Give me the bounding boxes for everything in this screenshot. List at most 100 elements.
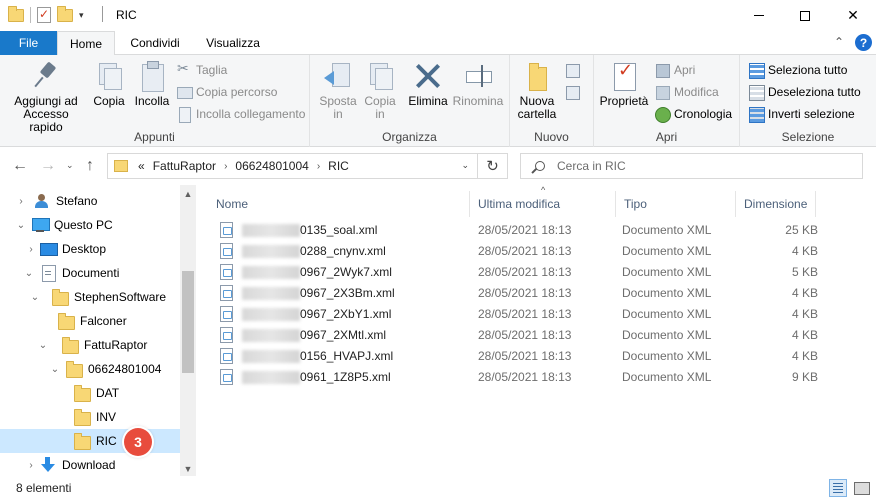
back-arrow-icon[interactable]: ← [12, 157, 28, 175]
nav-tree-item-label: Falconer [80, 314, 127, 328]
expand-chevron-icon[interactable]: ⌄ [38, 340, 48, 351]
details-view-icon[interactable] [829, 479, 847, 497]
nav-tree-item[interactable]: ⌄ FattuRaptor [0, 333, 180, 357]
expand-chevron-icon[interactable]: › [26, 244, 36, 255]
expand-chevron-icon[interactable]: ⌄ [50, 364, 60, 375]
customize-toolbar-chevron-icon[interactable]: ▾ [79, 10, 84, 21]
select-all-button[interactable]: Seleziona tutto [748, 60, 847, 80]
xml-file-icon [220, 348, 233, 364]
file-list: ^ Nome Ultima modifica Tipo Dimensione 0… [204, 185, 876, 476]
large-icons-view-icon[interactable] [852, 479, 870, 497]
nav-tree-item[interactable]: RIC [0, 429, 180, 453]
column-header-type[interactable]: Tipo [616, 191, 736, 217]
maximize-icon [800, 10, 810, 21]
file-row[interactable]: 0967_2XMtl.xml 28/05/2021 18:13 Documento … [214, 325, 818, 346]
history-button[interactable]: Cronologia [654, 104, 732, 124]
pin-quick-access-button[interactable]: Aggiungi ad Accesso rapido [6, 61, 86, 134]
forward-arrow-icon[interactable]: → [40, 157, 56, 175]
collapse-ribbon-chevron-icon[interactable]: ⌃ [834, 35, 844, 49]
column-header-modified[interactable]: Ultima modifica [470, 191, 616, 217]
cut-button[interactable]: Taglia [176, 60, 227, 80]
minimize-button[interactable] [736, 0, 782, 31]
expand-chevron-icon[interactable]: › [16, 196, 26, 207]
breadcrumb-chevron-icon[interactable]: › [224, 161, 227, 172]
copy-to-button[interactable]: Copia in [360, 61, 400, 121]
file-row[interactable]: 0961_1Z8P5.xml 28/05/2021 18:13 Documento … [214, 367, 818, 388]
easy-access-button[interactable] [564, 82, 580, 102]
select-none-button[interactable]: Deseleziona tutto [748, 82, 861, 102]
tab-share[interactable]: Condividi [118, 31, 192, 55]
nav-tree-item[interactable]: › Stefano [0, 189, 180, 213]
tab-home[interactable]: Home [57, 31, 115, 56]
nav-tree-item[interactable]: Falconer [0, 309, 180, 333]
file-name: 0288_cnynv.xml [300, 244, 386, 258]
tab-file[interactable]: File [0, 31, 57, 55]
file-row[interactable]: 0156_HVAPJ.xml 28/05/2021 18:13 Documento … [214, 346, 818, 367]
expand-chevron-icon[interactable]: ⌄ [16, 220, 26, 231]
nav-tree-item[interactable]: ⌄ Questo PC [0, 213, 180, 237]
nav-tree-item-label: Download [62, 458, 116, 472]
nav-tree-item[interactable]: ⌄ StephenSoftware [0, 285, 180, 309]
tab-view[interactable]: Visualizza [196, 31, 270, 55]
open-label: Apri [674, 63, 696, 77]
navigation-scrollbar[interactable]: ▲ ▼ [180, 185, 196, 476]
search-input[interactable] [557, 159, 837, 173]
close-button[interactable]: ✕ [830, 0, 876, 31]
expand-chevron-icon[interactable]: › [26, 460, 36, 471]
scrollbar-thumb[interactable] [182, 271, 194, 373]
move-to-button[interactable]: Sposta in [316, 61, 360, 121]
nav-tree-item[interactable]: › Download [0, 453, 180, 476]
select-all-label: Seleziona tutto [768, 63, 848, 77]
column-header-name[interactable]: Nome [208, 191, 470, 217]
file-row[interactable]: 0967_2X3Bm.xml 28/05/2021 18:13 Documento … [214, 283, 818, 304]
new-folder-quick-icon[interactable] [57, 5, 73, 22]
breadcrumb-segment[interactable]: FattuRaptor [153, 159, 216, 173]
copy-path-button[interactable]: Copia percorso [176, 82, 277, 102]
refresh-icon[interactable]: ↻ [478, 153, 508, 179]
properties-quick-icon[interactable] [37, 7, 51, 23]
maximize-button[interactable] [782, 0, 828, 31]
file-type: Documento XML [622, 223, 712, 237]
open-button[interactable]: Apri [654, 60, 695, 80]
file-size: 4 KB [791, 328, 818, 342]
rename-button[interactable]: Rinomina [450, 61, 506, 108]
nav-tree-item[interactable]: INV [0, 405, 180, 429]
scroll-up-chevron-icon[interactable]: ▲ [180, 189, 196, 199]
breadcrumb-chevron-icon[interactable]: › [317, 161, 320, 172]
delete-button[interactable]: Elimina [406, 61, 450, 108]
nav-tree-item[interactable]: › Desktop [0, 237, 180, 261]
new-folder-button[interactable]: Nuova cartella [514, 61, 560, 121]
modify-button[interactable]: Modifica [654, 82, 719, 102]
column-header-size[interactable]: Dimensione [736, 191, 816, 217]
nav-tree-item[interactable]: ⌄ 06624801004 [0, 357, 180, 381]
redacted-filename-prefix [242, 329, 300, 342]
scroll-down-chevron-icon[interactable]: ▼ [180, 464, 196, 474]
recent-locations-chevron-icon[interactable]: ⌄ [66, 160, 74, 171]
file-row[interactable]: 0967_2Wyk7.xml 28/05/2021 18:13 Documento … [214, 262, 818, 283]
copy-button[interactable]: Copia [90, 61, 128, 108]
file-row[interactable]: 0288_cnynv.xml 28/05/2021 18:13 Documento … [214, 241, 818, 262]
help-icon[interactable]: ? [855, 34, 872, 51]
breadcrumb-segment[interactable]: 06624801004 [235, 159, 308, 173]
new-item-button[interactable] [564, 60, 580, 80]
search-box[interactable] [520, 153, 863, 179]
breadcrumb-segment[interactable]: RIC [328, 159, 349, 173]
file-row[interactable]: 0967_2XbY1.xml 28/05/2021 18:13 Documento … [214, 304, 818, 325]
address-dropdown-chevron-icon[interactable]: ⌄ [461, 160, 469, 171]
paste-link-button[interactable]: Incolla collegamento [176, 104, 305, 124]
expand-chevron-icon[interactable]: ⌄ [24, 268, 34, 279]
properties-button[interactable]: Proprietà [598, 61, 650, 108]
file-size: 4 KB [791, 307, 818, 321]
nav-tree-item[interactable]: DAT [0, 381, 180, 405]
address-overflow[interactable]: « [138, 159, 145, 173]
file-modified: 28/05/2021 18:13 [478, 307, 572, 321]
expand-chevron-icon[interactable]: ⌄ [30, 292, 40, 303]
scissors-icon [176, 60, 192, 78]
folder-icon [62, 337, 79, 354]
up-arrow-icon[interactable]: ↑ [86, 157, 94, 175]
file-row[interactable]: 0135_soal.xml 28/05/2021 18:13 Documento X… [214, 220, 818, 241]
invert-selection-button[interactable]: Inverti selezione [748, 104, 855, 124]
nav-tree-item[interactable]: ⌄ Documenti [0, 261, 180, 285]
address-bar[interactable]: « FattuRaptor › 06624801004 › RIC ⌄ [107, 153, 478, 179]
paste-button[interactable]: Incolla [132, 61, 172, 108]
